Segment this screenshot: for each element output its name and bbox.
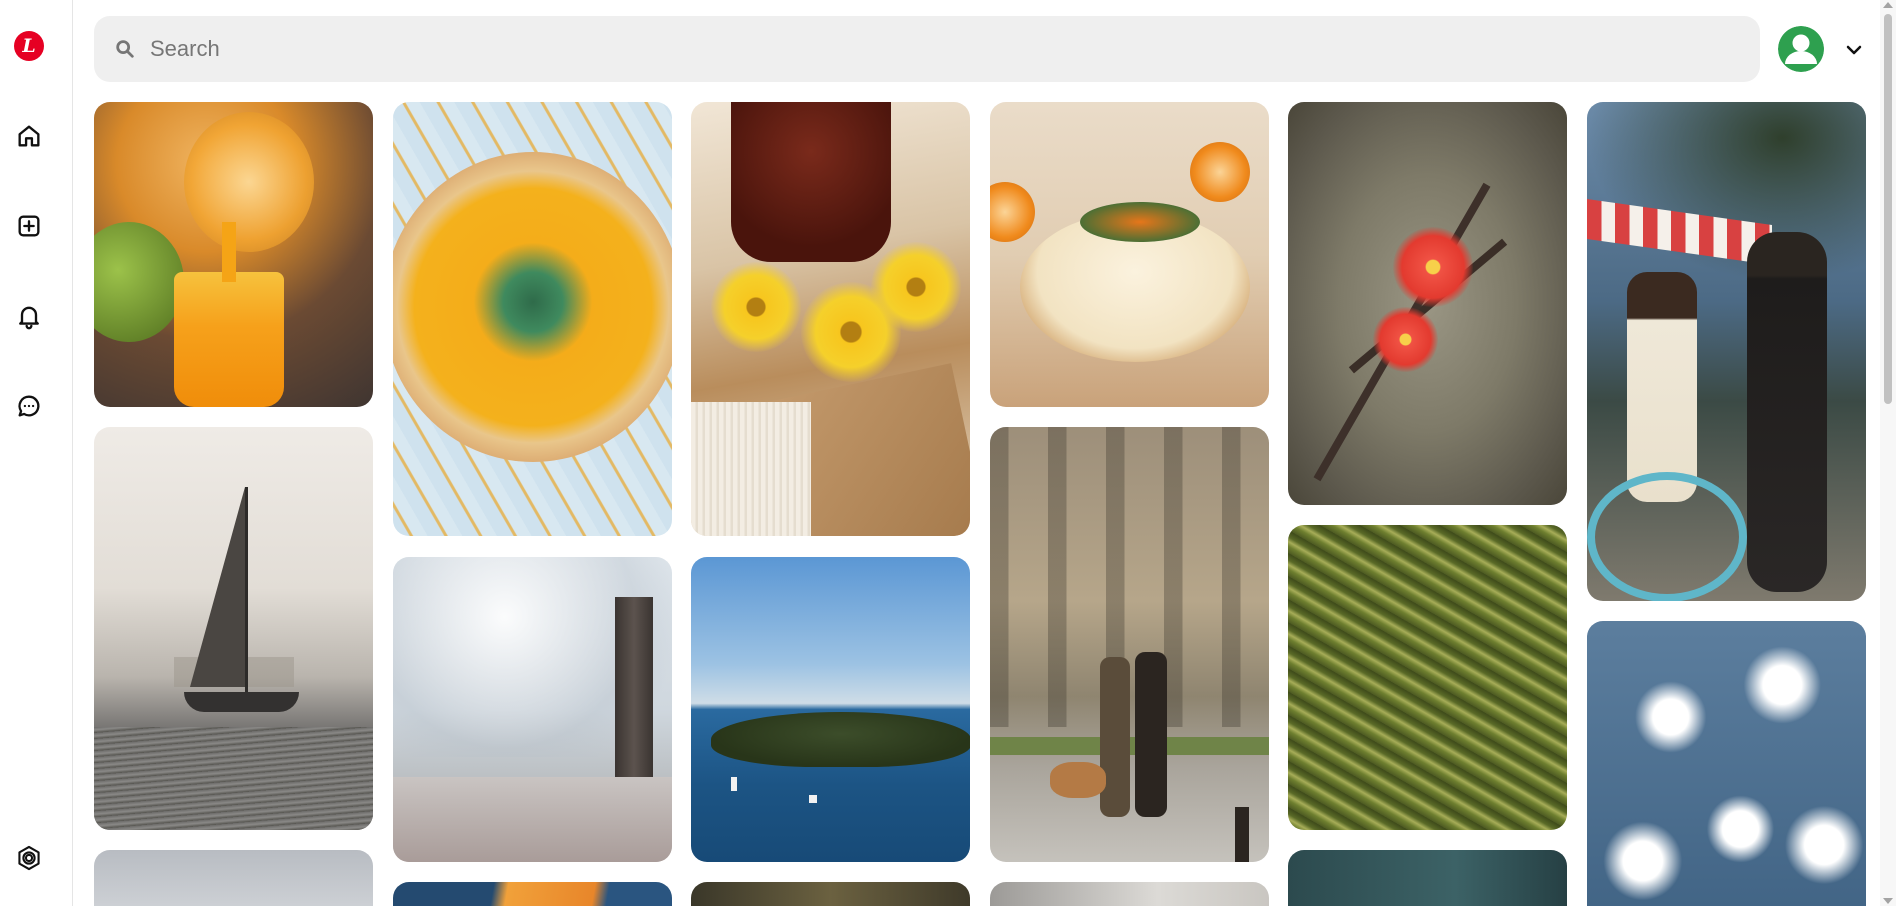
search-bar[interactable] <box>94 16 1760 82</box>
profile-avatar[interactable] <box>1778 26 1824 72</box>
pin-sailboat[interactable] <box>94 427 373 830</box>
sidebar-item-home[interactable] <box>9 116 49 156</box>
search-input[interactable] <box>150 29 1650 69</box>
chevron-down-icon[interactable] <box>1842 38 1866 62</box>
app: L <box>0 0 1896 906</box>
pin-pumpkin-soup[interactable] <box>393 102 672 536</box>
pin-frosted-trees[interactable] <box>393 557 672 862</box>
logo[interactable]: L <box>14 31 44 61</box>
pin-tea-flowers[interactable] <box>691 102 970 536</box>
sidebar-item-notifications[interactable] <box>9 296 49 336</box>
pin-orange-partial[interactable] <box>393 882 672 906</box>
pin-teal-partial[interactable] <box>1288 850 1567 906</box>
pin-cheesecake[interactable] <box>990 102 1269 407</box>
search-icon <box>116 40 134 58</box>
scrollbar[interactable] <box>1880 0 1896 906</box>
settings-hexagon-icon <box>18 845 40 871</box>
pin-snowy-forest[interactable] <box>1587 621 1866 906</box>
sidebar: L <box>0 0 73 906</box>
scroll-down-arrow-icon[interactable] <box>1883 898 1893 904</box>
scrollbar-thumb[interactable] <box>1884 14 1892 404</box>
pin-wheat-field[interactable] <box>1288 525 1567 830</box>
pin-dark-partial[interactable] <box>691 882 970 906</box>
user-avatar-icon <box>1778 26 1824 72</box>
bell-icon <box>19 306 39 330</box>
sidebar-item-create[interactable] <box>9 206 49 246</box>
sidebar-item-messages[interactable] <box>9 386 49 426</box>
pin-island-sea[interactable] <box>691 557 970 862</box>
logo-letter: L <box>22 35 36 57</box>
pin-gray-sky[interactable] <box>94 850 373 906</box>
scroll-up-arrow-icon[interactable] <box>1883 2 1893 8</box>
pin-couple-dog[interactable] <box>990 427 1269 862</box>
pin-red-blossom[interactable] <box>1288 102 1567 505</box>
chat-icon <box>18 395 40 417</box>
plus-square-icon <box>18 215 40 237</box>
sidebar-item-settings[interactable] <box>9 838 49 878</box>
pin-pedicab-couple[interactable] <box>1587 102 1866 601</box>
pin-gray-partial[interactable] <box>990 882 1269 906</box>
home-icon <box>18 125 40 147</box>
pin-orange-juice[interactable] <box>94 102 373 407</box>
